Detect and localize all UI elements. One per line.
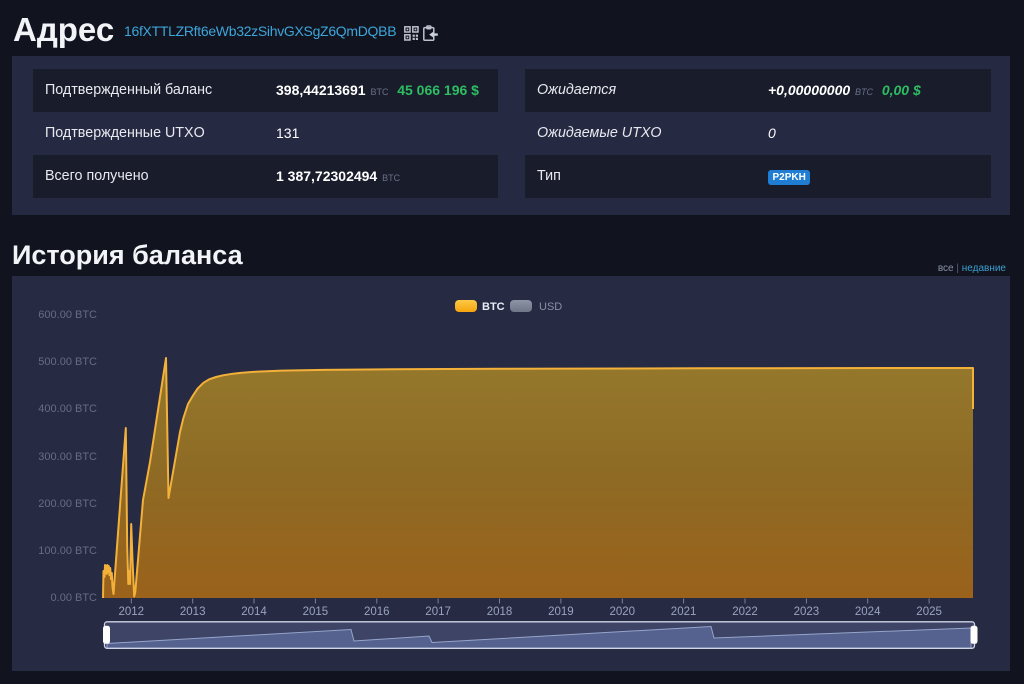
svg-text:2016: 2016 xyxy=(364,606,390,618)
svg-text:2013: 2013 xyxy=(180,606,206,618)
svg-text:2014: 2014 xyxy=(241,606,267,618)
svg-text:2025: 2025 xyxy=(916,606,942,618)
svg-text:500.00 BTC: 500.00 BTC xyxy=(38,356,97,368)
svg-text:400.00 BTC: 400.00 BTC xyxy=(38,403,97,415)
svg-text:2015: 2015 xyxy=(303,606,329,618)
svg-text:2018: 2018 xyxy=(487,606,513,618)
svg-text:USD: USD xyxy=(539,301,562,313)
svg-text:0.00 BTC: 0.00 BTC xyxy=(51,592,98,604)
svg-text:BTC: BTC xyxy=(482,301,505,313)
svg-text:2022: 2022 xyxy=(732,606,758,618)
svg-text:600.00 BTC: 600.00 BTC xyxy=(38,309,97,321)
svg-text:2024: 2024 xyxy=(855,606,881,618)
svg-text:100.00 BTC: 100.00 BTC xyxy=(38,545,97,557)
svg-text:2023: 2023 xyxy=(794,606,820,618)
svg-text:300.00 BTC: 300.00 BTC xyxy=(38,451,97,463)
svg-text:200.00 BTC: 200.00 BTC xyxy=(38,498,97,510)
svg-text:2020: 2020 xyxy=(610,606,636,618)
svg-text:2019: 2019 xyxy=(548,606,574,618)
svg-text:2017: 2017 xyxy=(425,606,451,618)
svg-text:2021: 2021 xyxy=(671,606,697,618)
svg-text:2012: 2012 xyxy=(119,606,145,618)
